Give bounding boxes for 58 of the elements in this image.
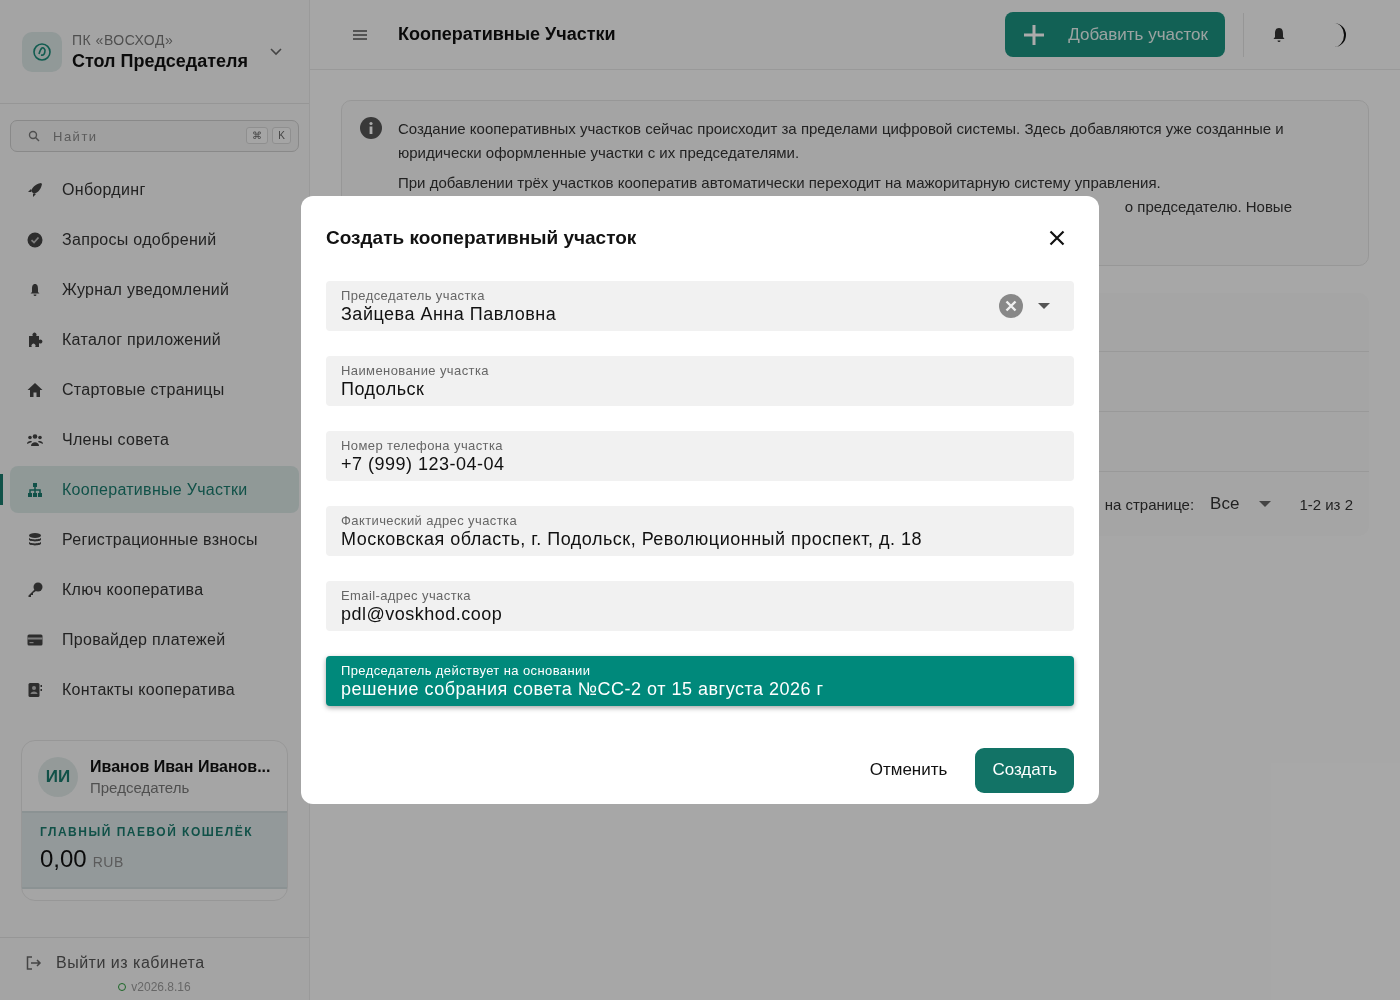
version-label: v2026.8.16 (131, 980, 191, 994)
user-role: Председатель (90, 779, 191, 796)
cancel-button[interactable]: Отменить (861, 750, 956, 790)
nav-item[interactable]: Члены совета (10, 416, 299, 463)
nav-item[interactable]: Контакты кооператива (10, 666, 299, 713)
dropdown-arrow-icon (1259, 501, 1272, 507)
home-icon (26, 381, 44, 398)
key-icon (26, 581, 44, 598)
nav-item[interactable]: Запросы одобрений (10, 216, 299, 263)
pagination-range: 1-2 из 2 (1299, 495, 1353, 513)
chevron-down-icon[interactable] (269, 46, 283, 57)
hierarchy-icon (26, 481, 44, 498)
dialog-title: Создать кооперативный участок (326, 227, 637, 249)
organization-name: ПК «ВОСХОД» (72, 31, 175, 48)
coins-icon (26, 531, 44, 548)
rows-per-page-select[interactable]: Все (1210, 494, 1272, 514)
input-field[interactable]: Email-адрес участка pdl@voskhod.coop (326, 581, 1074, 631)
info-icon (360, 117, 382, 139)
info-text: Создание кооперативных участков сейчас происходит за пределами цифровой системы. Здесь добавляются уже созданные и юридически оформленные участки с их председателями. (398, 119, 1285, 163)
nav-item[interactable]: Провайдер платежей (10, 616, 299, 663)
info-text: При добавлении трёх участков кооператив автоматически переходит на мажоритарную систему управления. (398, 173, 1162, 193)
plus-icon (1022, 22, 1047, 47)
nav-item[interactable]: Онбординг (10, 166, 299, 213)
input-field[interactable]: Фактический адрес участка Московская область, г. Подольск, Революционный проспект, д. 18 (326, 506, 1074, 556)
input-field[interactable]: Номер телефона участка +7 (999) 123-04-04 (326, 431, 1074, 481)
currency-label: RUB (92, 854, 124, 870)
nav-item[interactable]: Ключ кооператива (10, 566, 299, 613)
page-title: Кооперативные Участки (398, 24, 617, 45)
dropdown-arrow-icon[interactable] (1038, 303, 1050, 309)
select-field[interactable]: Председатель участка Зайцева Анна Павловна (326, 281, 1074, 331)
workspace-title: Стол Председателя (72, 50, 249, 72)
clear-icon[interactable] (998, 293, 1024, 319)
shortcut-key: ⌘ (246, 127, 269, 144)
nav-item[interactable]: Каталог приложений (10, 316, 299, 363)
create-button[interactable]: Создать (975, 747, 1074, 793)
logout-icon (26, 956, 42, 970)
user-name: Иванов Иван Иванов... (90, 758, 271, 776)
check-circle-icon (26, 231, 44, 248)
nav-item[interactable]: Журнал уведомлений (10, 266, 299, 313)
logout-link[interactable]: Выйти из кабинета (0, 954, 309, 972)
contact-book-icon (26, 681, 44, 698)
input-field[interactable]: Председатель действует на основании решение собрания совета №СС-2 от 15 августа 2026 г (326, 656, 1074, 706)
wallet-label: ГЛАВНЫЙ ПАЕВОЙ КОШЕЛЁК (40, 825, 255, 839)
info-text: о председателю. Новые (1123, 197, 1293, 217)
nav-item[interactable]: Стартовые страницы (10, 366, 299, 413)
close-icon[interactable] (1049, 230, 1065, 246)
rows-per-page-label: на странице: (1104, 495, 1195, 513)
menu-icon[interactable] (352, 28, 368, 41)
rocket-icon (26, 181, 44, 198)
avatar: ИИ (38, 757, 78, 797)
input-field[interactable]: Наименование участка Подольск (326, 356, 1074, 406)
bell-icon[interactable] (1272, 26, 1286, 43)
puzzle-icon (26, 331, 44, 348)
wallet-amount: 0,00 (40, 845, 87, 873)
logo-icon (22, 31, 62, 72)
shortcut-key: K (272, 127, 291, 144)
people-icon (26, 431, 44, 448)
nav-item[interactable]: Регистрационные взносы (10, 516, 299, 563)
